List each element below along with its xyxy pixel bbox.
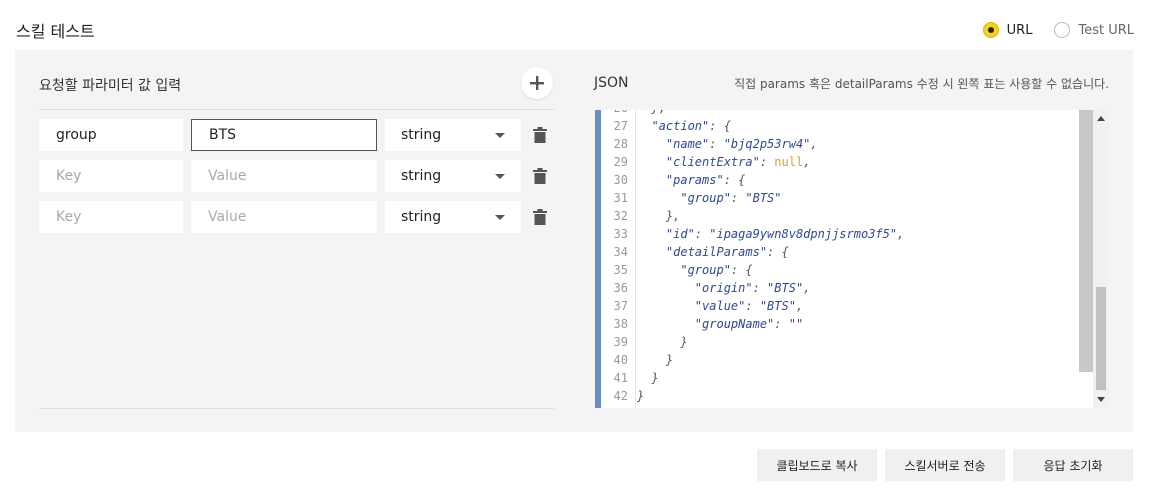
endpoint-radio-group: URL Test URL <box>982 22 1134 38</box>
chevron-down-icon <box>495 214 505 220</box>
line-number: 38 <box>613 317 628 331</box>
param-key-input[interactable]: group <box>39 119 183 151</box>
json-note: 직접 params 혹은 detailParams 수정 시 왼쪽 표는 사용할… <box>734 77 1109 91</box>
param-key-input[interactable]: Key <box>39 160 183 192</box>
chevron-down-icon <box>495 173 505 179</box>
radio-selected-icon[interactable] <box>982 22 999 38</box>
line-number: 35 <box>613 263 628 277</box>
code-line: } <box>651 371 659 385</box>
line-number: 31 <box>613 191 628 205</box>
line-number: 33 <box>613 227 628 241</box>
code-line: "value": "BTS", <box>637 299 804 313</box>
trash-icon[interactable] <box>533 127 547 143</box>
param-row: Key Value string <box>39 201 521 233</box>
radio-test-url[interactable]: Test URL <box>1054 22 1134 38</box>
code-line: "detailParams": { <box>637 245 789 259</box>
code-line: "id": "ipaga9ywn8v8dpnjjsrmo3f5", <box>637 227 905 241</box>
chevron-down-icon <box>495 132 505 138</box>
code-line: }, <box>637 110 665 117</box>
line-number: 36 <box>613 281 628 295</box>
line-number: 41 <box>613 371 628 385</box>
code-line: "params": { <box>637 173 746 187</box>
line-number: 39 <box>613 335 628 349</box>
json-title: JSON <box>594 75 629 91</box>
param-type-label: string <box>401 168 442 184</box>
param-row: group BTS string <box>39 119 521 151</box>
params-top-divider <box>39 109 554 110</box>
scroll-down-icon[interactable] <box>1097 397 1105 402</box>
plus-icon <box>530 76 544 90</box>
line-number: 32 <box>613 209 628 223</box>
line-number: 42 <box>613 389 628 403</box>
code-line: }, <box>665 209 681 223</box>
code-line: "action": { <box>637 119 731 133</box>
radio-unselected-icon[interactable] <box>1054 22 1071 38</box>
code-line: "group": "BTS" <box>637 191 782 205</box>
radio-url-label: URL <box>1006 22 1033 38</box>
code-line: } <box>637 389 645 403</box>
line-number: 37 <box>613 299 628 313</box>
copy-to-clipboard-button[interactable]: 클립보드로 복사 <box>757 449 877 481</box>
trash-icon[interactable] <box>533 209 547 225</box>
scroll-up-icon[interactable] <box>1097 116 1105 121</box>
page-title: 스킬 테스트 <box>16 22 95 41</box>
scrollbar-thumb[interactable] <box>1096 287 1106 390</box>
trash-icon[interactable] <box>533 168 547 184</box>
line-number: 27 <box>613 119 628 133</box>
param-type-select[interactable]: string <box>385 201 521 233</box>
radio-url[interactable]: URL <box>982 22 1033 38</box>
line-number: 34 <box>613 245 628 259</box>
line-number: 30 <box>613 173 628 187</box>
params-title: 요청할 파라미터 값 입력 <box>39 78 182 94</box>
param-type-label: string <box>401 209 442 225</box>
reset-response-button[interactable]: 응답 초기화 <box>1013 449 1133 481</box>
param-value-input[interactable]: BTS <box>191 119 377 151</box>
code-line: "clientExtra": null, <box>637 155 811 169</box>
param-key-input[interactable]: Key <box>39 201 183 233</box>
param-type-label: string <box>401 127 442 143</box>
json-editor[interactable]: 26 }, 27 "action": { 28 "name": "bjq2p53rw… <box>595 110 1109 408</box>
param-type-select[interactable]: string <box>385 119 521 151</box>
param-type-select[interactable]: string <box>385 160 521 192</box>
send-to-skill-server-button[interactable]: 스킬서버로 전송 <box>885 449 1005 481</box>
line-number: 40 <box>613 353 628 367</box>
radio-test-url-label: Test URL <box>1078 22 1134 38</box>
vertical-scrollbar[interactable] <box>1093 110 1109 408</box>
editor-overview-ruler <box>1079 110 1093 372</box>
param-value-input[interactable]: Value <box>191 160 377 192</box>
skill-test-panel: 요청할 파라미터 값 입력 group BTS string Key Value… <box>15 50 1133 432</box>
line-number: 29 <box>613 155 628 169</box>
code-line: "name": "bjq2p53rw4", <box>637 137 818 151</box>
code-line: "origin": "BTS", <box>637 281 811 295</box>
params-bottom-divider <box>39 408 554 409</box>
code-line: "group": { <box>637 263 753 277</box>
line-number: 28 <box>613 137 628 151</box>
code-line: } <box>665 353 674 367</box>
code-line: "groupName": "" <box>637 317 804 331</box>
code-line: } <box>680 335 688 349</box>
param-row: Key Value string <box>39 160 521 192</box>
add-param-button[interactable] <box>521 67 553 99</box>
line-number: 26 <box>601 110 628 117</box>
param-value-input[interactable]: Value <box>191 201 377 233</box>
